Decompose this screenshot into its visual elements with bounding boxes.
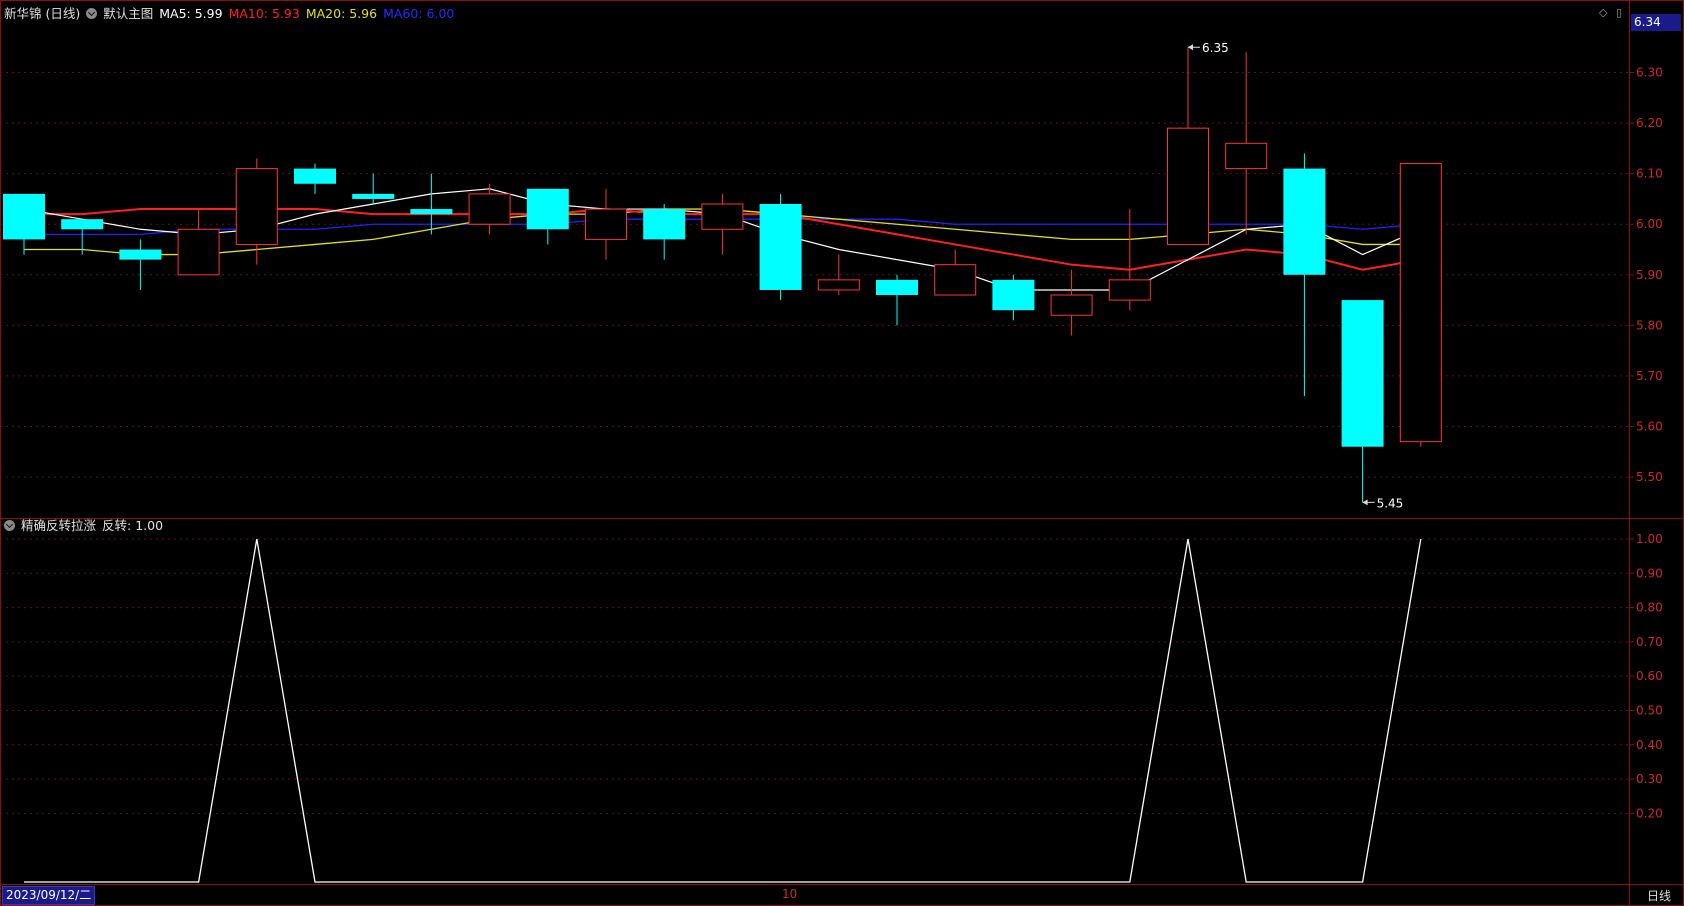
indicator-axis-label: 0.80	[1636, 601, 1663, 615]
price-axis-label: 6.10	[1636, 167, 1663, 181]
extreme-price-label: 6.35	[1202, 41, 1229, 55]
candle-body-down	[61, 219, 104, 230]
candle-body-down	[992, 279, 1035, 311]
candle	[3, 193, 45, 255]
template-name[interactable]: 默认主图	[103, 6, 153, 21]
candle	[294, 163, 336, 194]
candle	[992, 274, 1035, 321]
indicator-axis-label: 0.20	[1636, 806, 1663, 820]
price-axis-label: 5.80	[1636, 318, 1663, 332]
candle-body-up	[1108, 279, 1151, 301]
indicator-axis-label: 0.60	[1636, 669, 1663, 683]
candle	[526, 188, 569, 245]
candle-body-up	[585, 208, 627, 240]
reversal-indicator-line	[24, 538, 1422, 883]
candle	[410, 173, 453, 235]
price-axis-label: 5.90	[1636, 268, 1663, 282]
candle-body-down	[410, 209, 453, 215]
ma5-label: MA5: 5.99	[159, 6, 223, 21]
candle	[468, 183, 511, 235]
window-border	[0, 0, 1684, 906]
indicator-axis-label: 1.00	[1636, 532, 1663, 546]
candle-body-down	[1341, 300, 1384, 447]
main-chart-header: 新华锦 (日线) 默认主图 MA5: 5.99 MA10: 5.93 MA20: 5.9…	[4, 6, 460, 22]
cursor-date-label: 2023/09/12/二	[2, 886, 96, 905]
diamond-icon[interactable]: ◇	[1599, 7, 1609, 18]
indicator-axis-label: 0.40	[1636, 738, 1663, 752]
candle	[1167, 47, 1209, 245]
candle	[352, 173, 395, 204]
candle-body-down	[876, 279, 918, 296]
candle-body-up	[1399, 163, 1442, 443]
candle	[643, 203, 686, 260]
candle-body-down	[352, 193, 395, 199]
candle	[585, 188, 627, 260]
extreme-price-label: 5.45	[1377, 496, 1404, 510]
candle-body-up	[1167, 127, 1209, 245]
candle-body-up	[235, 168, 278, 245]
indicator-axis-label: 0.90	[1636, 566, 1663, 580]
price-axis-label: 5.60	[1636, 419, 1663, 433]
candle-body-up	[817, 279, 860, 291]
candle-body-down	[526, 188, 569, 230]
price-axis-label: 5.70	[1636, 369, 1663, 383]
indicator-value: 反转: 1.00	[102, 518, 164, 533]
candle-body-up	[177, 228, 220, 276]
candle-body-down	[643, 209, 686, 240]
stock-title[interactable]: 新华锦 (日线)	[4, 6, 80, 21]
price-axis-label: 6.30	[1636, 66, 1663, 80]
candle	[1225, 52, 1268, 235]
candle	[177, 209, 220, 276]
extreme-marker-arrow	[1188, 44, 1193, 51]
ma10-label: MA10: 5.93	[228, 6, 300, 21]
candle-body-up	[1050, 294, 1093, 316]
candle	[1399, 163, 1442, 447]
month-tick-label: 10	[782, 887, 798, 901]
indicator-header: 精确反转拉涨 反转: 1.00	[4, 518, 169, 534]
period-button[interactable]: 日线	[1636, 887, 1682, 905]
candle	[759, 193, 802, 301]
ma20-label: MA20: 5.96	[305, 6, 378, 21]
candle	[701, 193, 744, 255]
candle-body-down	[119, 249, 162, 260]
candle-body-down	[759, 203, 802, 290]
window-toggle-icon[interactable]: ▯	[1616, 7, 1626, 18]
stock-chart-window: 6.30 6.20 6.10 6.00 5.90 5.80 5.70 5.60 5.50 1.00…	[0, 0, 1684, 906]
indicator-dropdown-icon[interactable]	[4, 520, 15, 531]
price-axis-label: 5.50	[1636, 470, 1663, 484]
candle-body-down	[3, 193, 45, 240]
current-price-tag: 6.34	[1631, 14, 1681, 31]
price-axis-label: 6.20	[1636, 116, 1663, 130]
candle	[119, 239, 162, 290]
indicator-axis-label: 0.30	[1636, 772, 1663, 786]
chart-canvas[interactable]: 6.30 6.20 6.10 6.00 5.90 5.80 5.70 5.60 5.50 1.00…	[0, 0, 1684, 906]
candle-body-up	[1225, 142, 1268, 170]
indicator-axis-label: 0.70	[1636, 635, 1663, 649]
indicator-name[interactable]: 精确反转拉涨	[21, 518, 96, 533]
candle	[1341, 300, 1384, 503]
template-dropdown-icon[interactable]	[86, 8, 98, 19]
candle-body-up	[468, 193, 511, 225]
candle	[876, 274, 918, 326]
price-axis-label: 6.00	[1636, 217, 1663, 231]
candle-body-down	[294, 168, 336, 184]
candle-body-down	[1283, 168, 1326, 275]
indicator-axis-label: 0.50	[1636, 704, 1663, 718]
extreme-marker-arrow	[1362, 499, 1368, 506]
candle-body-up	[934, 264, 977, 296]
candle-body-up	[701, 203, 744, 230]
candle	[1283, 153, 1326, 397]
candle	[934, 249, 977, 296]
ma60-label: MA60: 6.00	[383, 6, 455, 21]
